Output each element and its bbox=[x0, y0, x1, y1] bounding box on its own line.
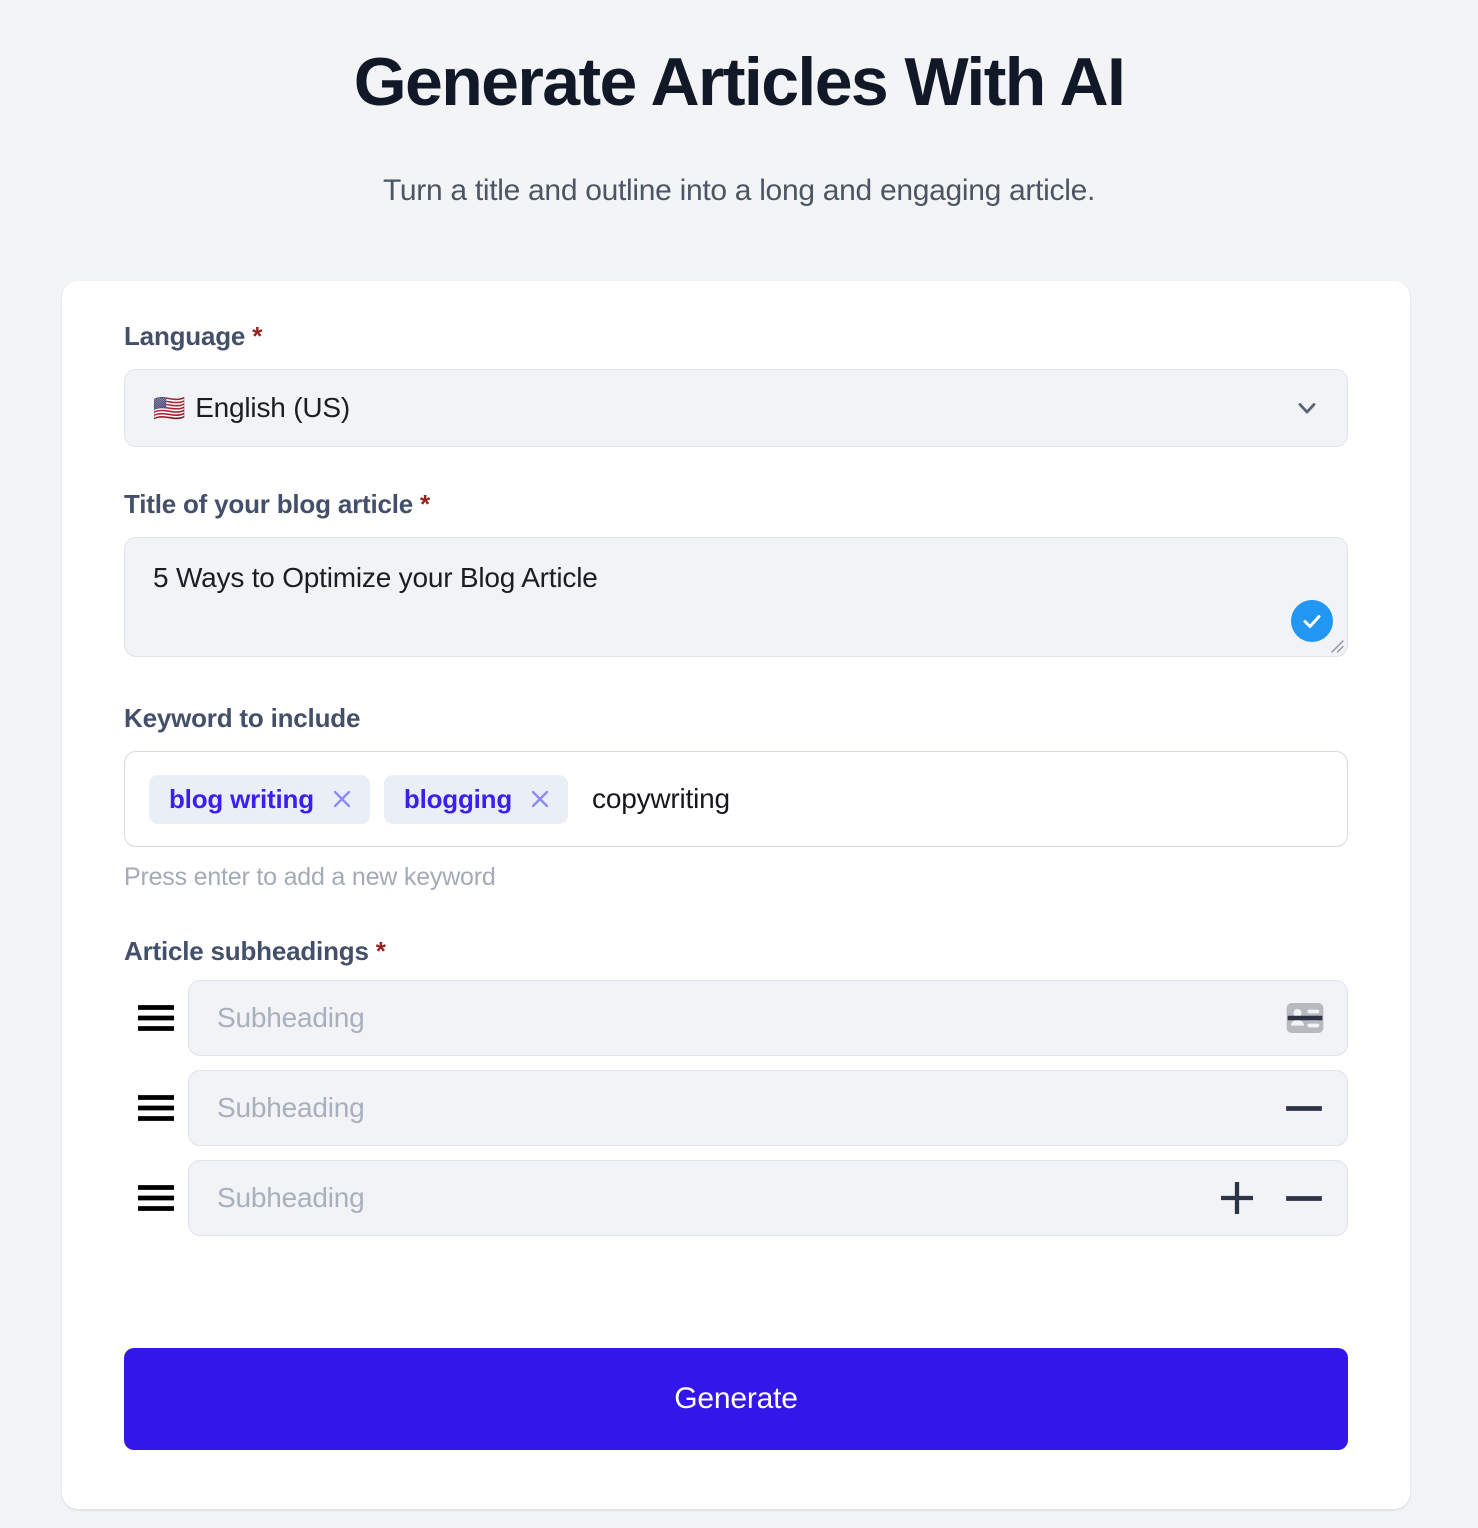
subheadings-label-text: Article subheadings bbox=[124, 936, 369, 966]
keyword-helper-text: Press enter to add a new keyword bbox=[124, 863, 496, 891]
article-title-label-text: Title of your blog article bbox=[124, 489, 414, 519]
drag-handle-icon[interactable] bbox=[124, 1093, 188, 1123]
flag-us-icon: 🇺🇸 bbox=[153, 393, 186, 423]
subheadings-label: Article subheadings * bbox=[124, 936, 1348, 966]
close-icon[interactable] bbox=[528, 787, 552, 811]
language-select[interactable]: 🇺🇸 English (US) bbox=[124, 369, 1348, 447]
keyword-chip: blog writing bbox=[149, 774, 370, 824]
article-title-value: 5 Ways to Optimize your Blog Article bbox=[153, 562, 598, 593]
subheading-placeholder: Subheading bbox=[217, 1092, 365, 1123]
article-title-textarea[interactable]: 5 Ways to Optimize your Blog Article bbox=[124, 537, 1348, 657]
keyword-input-area[interactable]: blog writing blogging copywriting bbox=[124, 751, 1348, 847]
generator-form-card: Language * 🇺🇸 English (US) Title of your… bbox=[62, 281, 1410, 1509]
row-actions bbox=[1285, 1001, 1325, 1035]
required-marker: * bbox=[375, 936, 386, 966]
drag-handle-icon[interactable] bbox=[124, 1183, 188, 1213]
language-select-value: 🇺🇸 English (US) bbox=[153, 392, 1293, 424]
language-label-text: Language bbox=[124, 321, 246, 351]
page-subtitle: Turn a title and outline into a long and… bbox=[383, 174, 1095, 207]
page-root: Generate Articles With AI Turn a title a… bbox=[0, 0, 1478, 1528]
subheading-placeholder: Subheading bbox=[217, 1002, 365, 1033]
resize-handle[interactable] bbox=[1326, 635, 1344, 653]
article-title-label: Title of your blog article * bbox=[124, 489, 1348, 519]
card-placeholder-icon[interactable] bbox=[1285, 1001, 1325, 1035]
minus-icon[interactable] bbox=[1283, 1193, 1325, 1204]
keyword-label: Keyword to include bbox=[124, 703, 1348, 733]
subheading-input-2[interactable]: Subheading bbox=[188, 1070, 1348, 1146]
drag-handle-icon[interactable] bbox=[124, 1003, 188, 1033]
plus-icon[interactable] bbox=[1217, 1178, 1257, 1218]
minus-icon bbox=[1287, 1015, 1323, 1021]
page-title: Generate Articles With AI bbox=[353, 44, 1126, 120]
minus-icon[interactable] bbox=[1283, 1103, 1325, 1114]
language-label: Language * bbox=[124, 321, 1348, 351]
subheading-input-3[interactable]: Subheading bbox=[188, 1160, 1348, 1236]
row-actions bbox=[1217, 1178, 1325, 1218]
chevron-down-icon[interactable] bbox=[1293, 394, 1321, 422]
subheading-placeholder: Subheading bbox=[217, 1182, 365, 1213]
language-value-text: English (US) bbox=[195, 392, 350, 423]
page-header: Generate Articles With AI Turn a title a… bbox=[0, 0, 1478, 210]
row-actions bbox=[1283, 1103, 1325, 1114]
required-marker: * bbox=[252, 321, 263, 351]
close-icon[interactable] bbox=[330, 787, 354, 811]
subheading-row: Subheading bbox=[124, 980, 1348, 1056]
keyword-chip-label: blog writing bbox=[169, 783, 314, 814]
subheading-input-1[interactable]: Subheading bbox=[188, 980, 1348, 1056]
subheading-row: Subheading bbox=[124, 1160, 1348, 1236]
subheading-row: Subheading bbox=[124, 1070, 1348, 1146]
keyword-chip-label: blogging bbox=[403, 783, 513, 814]
generate-button[interactable]: Generate bbox=[124, 1348, 1348, 1450]
required-marker: * bbox=[420, 489, 430, 519]
keyword-label-text: Keyword to include bbox=[124, 703, 361, 733]
keyword-chip: blogging bbox=[383, 774, 569, 824]
keyword-input[interactable]: copywriting bbox=[582, 783, 730, 815]
